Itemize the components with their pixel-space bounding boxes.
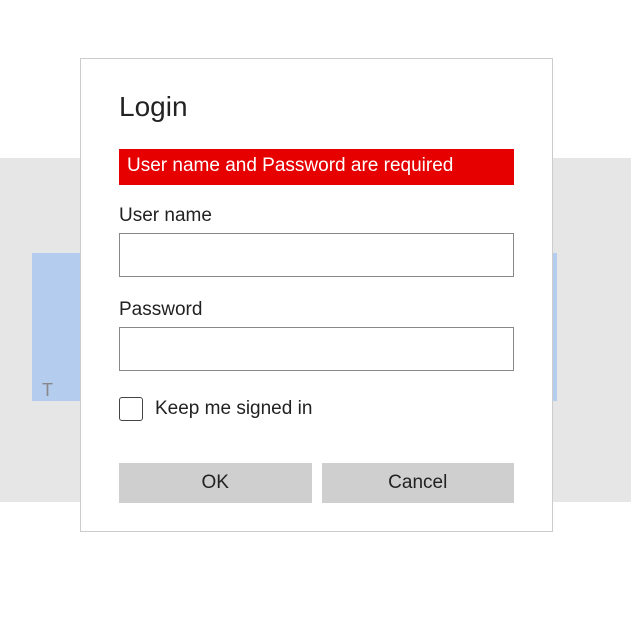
remember-row: Keep me signed in [119, 397, 514, 421]
login-dialog: Login User name and Password are require… [80, 58, 553, 532]
username-label: User name [119, 205, 514, 227]
password-input[interactable] [119, 327, 514, 371]
cancel-button[interactable]: Cancel [322, 463, 515, 503]
username-input[interactable] [119, 233, 514, 277]
remember-label: Keep me signed in [155, 398, 312, 420]
error-banner: User name and Password are required [119, 149, 514, 185]
dialog-button-row: OK Cancel [119, 463, 514, 503]
ok-button[interactable]: OK [119, 463, 312, 503]
remember-checkbox[interactable] [119, 397, 143, 421]
dialog-title: Login [119, 91, 514, 123]
background-partial-text: T [42, 380, 53, 401]
password-label: Password [119, 299, 514, 321]
